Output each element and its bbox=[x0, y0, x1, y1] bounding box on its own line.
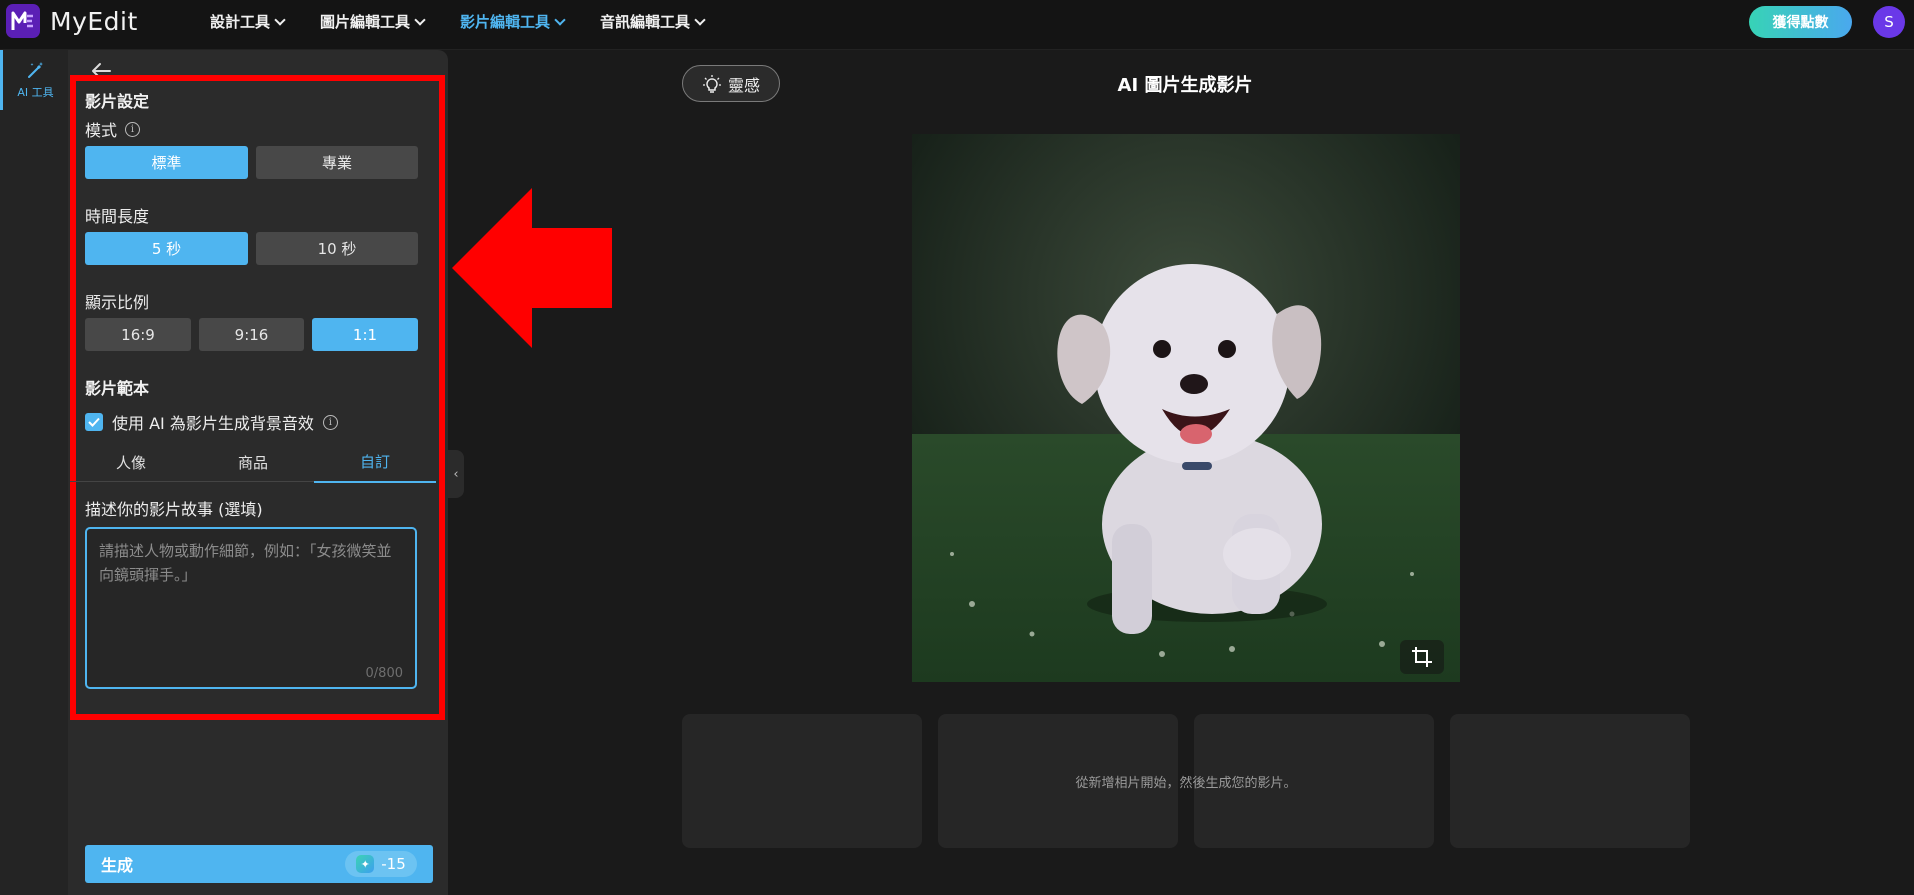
bg-audio-label: 使用 AI 為影片生成背景音效 bbox=[112, 414, 314, 433]
nav-audio-tools[interactable]: 音訊編輯工具 bbox=[600, 11, 706, 32]
collapse-panel-handle[interactable]: ‹ bbox=[448, 450, 464, 498]
duration-5s-button[interactable]: 5 秒 bbox=[85, 232, 248, 265]
lightbulb-icon bbox=[702, 74, 721, 93]
settings-panel: 影片設定 模式 i 標準 專業 時間長度 5 秒 10 秒 顯示比例 16:9 … bbox=[68, 50, 448, 895]
ratio-9-16-button[interactable]: 9:16 bbox=[199, 318, 304, 351]
magic-wand-icon bbox=[27, 62, 43, 78]
empty-state-message: 從新增相片開始，然後生成您的影片。 bbox=[1075, 776, 1297, 791]
inspiration-button[interactable]: 靈感 bbox=[682, 65, 780, 102]
bg-audio-option[interactable]: 使用 AI 為影片生成背景音效 i bbox=[85, 410, 338, 434]
video-settings-title: 影片設定 bbox=[85, 92, 150, 111]
mode-pro-button[interactable]: 專業 bbox=[256, 146, 418, 179]
tab-product[interactable]: 商品 bbox=[192, 442, 314, 482]
uploaded-photo bbox=[912, 134, 1460, 682]
get-points-button[interactable]: 獲得點數 bbox=[1749, 6, 1852, 38]
chevron-down-icon bbox=[694, 13, 706, 26]
info-icon[interactable]: i bbox=[125, 121, 141, 137]
avatar[interactable]: S bbox=[1873, 6, 1905, 38]
tab-custom[interactable]: 自訂 bbox=[314, 442, 436, 483]
ratio-1-1-button[interactable]: 1:1 bbox=[312, 318, 418, 351]
chevron-down-icon bbox=[274, 13, 286, 26]
story-input[interactable] bbox=[99, 539, 403, 659]
chevron-down-icon bbox=[414, 13, 426, 26]
duration-10s-button[interactable]: 10 秒 bbox=[256, 232, 418, 265]
mode-standard-button[interactable]: 標準 bbox=[85, 146, 248, 179]
nav-design-tools[interactable]: 設計工具 bbox=[210, 11, 286, 32]
checkbox-checked-icon[interactable] bbox=[85, 413, 103, 431]
mode-label-text: 模式 bbox=[85, 121, 118, 140]
rail-item-ai-tools[interactable]: AI 工具 bbox=[0, 50, 68, 110]
app-name: MyEdit bbox=[50, 6, 138, 36]
top-bar: MyEdit 設計工具 圖片編輯工具 影片編輯工具 音訊編輯工具 獲得點數 S bbox=[0, 0, 1914, 50]
nav-label: 影片編輯工具 bbox=[460, 13, 551, 31]
info-icon[interactable]: i bbox=[322, 414, 338, 430]
story-label: 描述你的影片故事 (選填) bbox=[85, 500, 263, 519]
template-tabs: 人像 商品 自訂 bbox=[70, 442, 436, 483]
video-template-title: 影片範本 bbox=[85, 379, 150, 398]
nav-image-tools[interactable]: 圖片編輯工具 bbox=[320, 11, 426, 32]
main-nav: 設計工具 圖片編輯工具 影片編輯工具 音訊編輯工具 bbox=[210, 11, 706, 32]
story-input-box: 0/800 bbox=[85, 527, 417, 689]
tab-portrait[interactable]: 人像 bbox=[70, 442, 192, 482]
chevron-left-icon: ‹ bbox=[453, 466, 459, 482]
chevron-down-icon bbox=[554, 13, 566, 26]
crop-icon bbox=[1412, 647, 1432, 667]
ratio-label: 顯示比例 bbox=[85, 293, 150, 312]
nav-video-tools[interactable]: 影片編輯工具 bbox=[460, 11, 566, 32]
myedit-logo-icon bbox=[6, 4, 40, 38]
nav-label: 音訊編輯工具 bbox=[600, 13, 691, 31]
credit-cost: ✦ -15 bbox=[345, 851, 417, 877]
generate-button[interactable]: 生成 ✦ -15 bbox=[85, 845, 433, 883]
duration-label: 時間長度 bbox=[85, 207, 150, 226]
page-title: AI 圖片生成影片 bbox=[1117, 75, 1253, 96]
char-counter: 0/800 bbox=[365, 666, 403, 681]
nav-label: 圖片編輯工具 bbox=[320, 13, 411, 31]
ratio-16-9-button[interactable]: 16:9 bbox=[85, 318, 191, 351]
crop-button[interactable] bbox=[1400, 640, 1444, 674]
logo[interactable]: MyEdit bbox=[6, 4, 138, 38]
red-arrow-annotation bbox=[452, 188, 612, 348]
credit-cost-value: -15 bbox=[381, 855, 406, 873]
result-thumbnails: 從新增相片開始，然後生成您的影片。 bbox=[682, 714, 1690, 848]
credit-icon: ✦ bbox=[356, 855, 375, 873]
mode-label: 模式 i bbox=[85, 117, 141, 141]
rail-item-label: AI 工具 bbox=[17, 86, 54, 99]
tool-rail: AI 工具 bbox=[0, 50, 68, 895]
generate-label: 生成 bbox=[101, 856, 134, 875]
nav-label: 設計工具 bbox=[210, 13, 271, 31]
inspiration-label: 靈感 bbox=[727, 75, 760, 95]
